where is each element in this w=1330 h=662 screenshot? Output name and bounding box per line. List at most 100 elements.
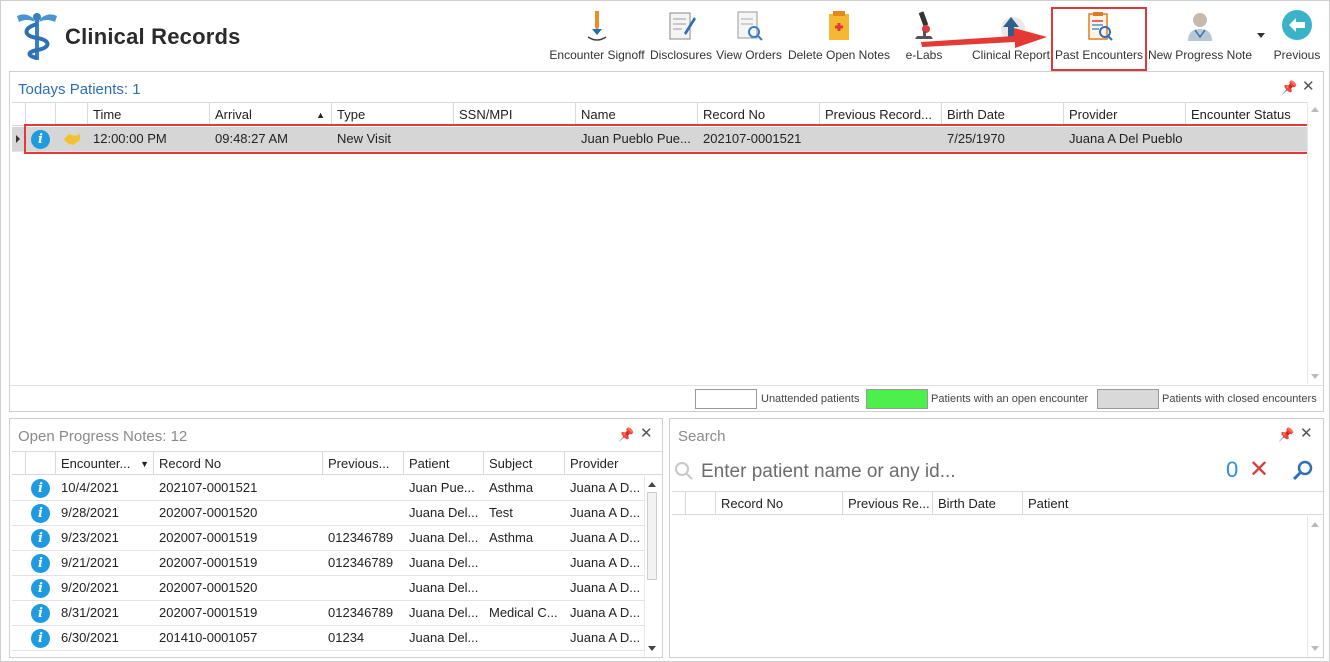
info-icon[interactable]: i [31,479,50,498]
encounter-signoff-button[interactable]: Encounter Signoff [547,7,647,65]
doctor-icon [1188,13,1212,41]
search-scrollbar[interactable] [1307,516,1323,657]
new-progress-note-button[interactable]: New Progress Note [1147,7,1253,65]
column-provider[interactable]: Provider [1064,103,1186,126]
cell-previous: 012346789 [328,530,394,545]
disclosures-button[interactable]: Disclosures [648,7,714,65]
clear-search-icon[interactable]: ✕ [1249,455,1269,484]
column-patient[interactable]: Patient [1023,492,1323,515]
view-orders-button[interactable]: View Orders [715,7,783,65]
column-birth-date[interactable]: Birth Date [933,492,1023,515]
info-icon[interactable]: i [31,529,50,548]
cell-previous [323,476,404,500]
sort-ascending-icon: ▲ [316,110,325,120]
column-time[interactable]: Time [88,103,210,126]
cell-subject: Asthma [489,480,534,495]
column-indicator [672,492,686,515]
past-encounters-highlight [1051,7,1147,71]
column-encounter[interactable]: Encounter... ▼ [56,452,154,475]
header-bar: Clinical Records Encounter Signoff Discl… [1,1,1329,71]
cell-provider: Juana A D... [570,480,641,495]
scroll-down-icon[interactable] [1311,374,1319,379]
cell-encounter: 9/21/2021 [61,555,119,570]
column-icon [26,103,56,126]
open-notes-scrollbar[interactable] [644,476,660,657]
legend-divider [10,385,1323,386]
scroll-down-icon[interactable] [1311,646,1319,651]
table-row[interactable]: i 10/4/2021 202107-0001521 Juan Pue... Asthm… [12,476,644,501]
cell-previous [323,501,404,525]
column-indicator [12,103,26,126]
column-arrival[interactable]: Arrival ▲ [210,103,332,126]
scroll-up-icon[interactable] [1311,522,1319,527]
cell-record-no: 202007-0001519 [159,530,258,545]
column-type[interactable]: Type [332,103,454,126]
column-record-no[interactable]: Record No [154,452,323,475]
scroll-up-icon[interactable] [648,482,656,487]
pin-icon[interactable]: 📌 [1281,80,1297,96]
info-icon[interactable]: i [31,554,50,573]
cell-provider: Juana A D... [570,505,641,520]
column-birth-date[interactable]: Birth Date [942,103,1064,126]
cell-provider: Juana A D... [570,530,641,545]
info-icon[interactable]: i [31,579,50,598]
column-subject[interactable]: Subject [484,452,565,475]
search-input[interactable] [701,459,1201,485]
column-record-no[interactable]: Record No [698,103,820,126]
search-grid-header: Record No Previous Re... Birth Date Pati… [672,491,1323,515]
column-record-no[interactable]: Record No [716,492,843,515]
todays-patients-scrollbar[interactable] [1307,102,1323,384]
table-row[interactable]: i 9/28/2021 202007-0001520 Juana Del... Test… [12,501,644,526]
cell-subject: Asthma [489,530,534,545]
column-name[interactable]: Name [576,103,698,126]
pin-icon[interactable]: 📌 [618,427,634,443]
table-row[interactable]: i 9/20/2021 202007-0001520 Juana Del... Juan… [12,576,644,601]
scroll-up-icon[interactable] [1311,107,1319,112]
todays-patients-count: 1 [132,81,141,98]
scroll-thumb[interactable] [647,492,657,580]
open-progress-notes-title: Open Progress Notes: 12 [18,428,188,445]
column-patient[interactable]: Patient [404,452,484,475]
column-previous-record[interactable]: Previous Re... [843,492,933,515]
close-icon[interactable]: ✕ [640,424,653,442]
cell-patient: Juana Del... [409,605,479,620]
close-icon[interactable]: ✕ [1300,424,1313,442]
search-title: Search [678,428,726,445]
cell-patient: Juana Del... [409,630,479,645]
search-go-icon[interactable] [1292,460,1314,482]
column-flag [56,103,88,126]
table-row[interactable]: i 6/30/2021 201410-0001057 01234 Juana Del..… [12,626,644,651]
scroll-down-icon[interactable] [648,646,656,651]
info-icon[interactable]: i [31,604,50,623]
new-progress-note-dropdown-icon[interactable] [1257,33,1265,38]
delete-open-notes-button[interactable]: Delete Open Notes [786,7,892,65]
legend-closed-swatch [1097,389,1159,409]
info-icon[interactable]: i [31,629,50,648]
sort-descending-icon: ▼ [140,459,149,469]
table-row[interactable]: i 9/21/2021 202007-0001519 012346789 Juana D… [12,551,644,576]
column-previous-record[interactable]: Previous Record... [820,103,942,126]
column-provider[interactable]: Provider [565,452,645,475]
cell-subject [484,626,565,650]
close-icon[interactable]: ✕ [1302,77,1315,95]
column-ssn[interactable]: SSN/MPI [454,103,576,126]
column-encounter-status[interactable]: Encounter Status [1186,103,1309,126]
back-arrow-icon [1282,10,1312,40]
cell-provider: Juana A D... [570,555,641,570]
notes-delete-icon [829,11,849,40]
cell-patient: Juana Del... [409,555,479,570]
info-icon[interactable]: i [31,504,50,523]
cell-record-no: 202007-0001519 [159,605,258,620]
column-previous[interactable]: Previous... [323,452,404,475]
pen-signoff-icon [587,11,607,41]
table-row[interactable]: i 8/31/2021 202007-0001519 012346789 Juana D… [12,601,644,626]
table-row[interactable]: i 9/23/2021 202007-0001519 012346789 Juana D… [12,526,644,551]
previous-button[interactable]: Previous [1271,7,1323,65]
legend-open-label: Patients with an open encounter [931,393,1089,405]
cell-provider: Juana A D... [570,605,641,620]
pin-icon[interactable]: 📌 [1278,427,1294,443]
cell-patient: Juana Del... [409,505,479,520]
cell-provider: Juana A D... [570,580,641,595]
app-title: Clinical Records [65,24,241,49]
cell-previous: 012346789 [328,605,394,620]
